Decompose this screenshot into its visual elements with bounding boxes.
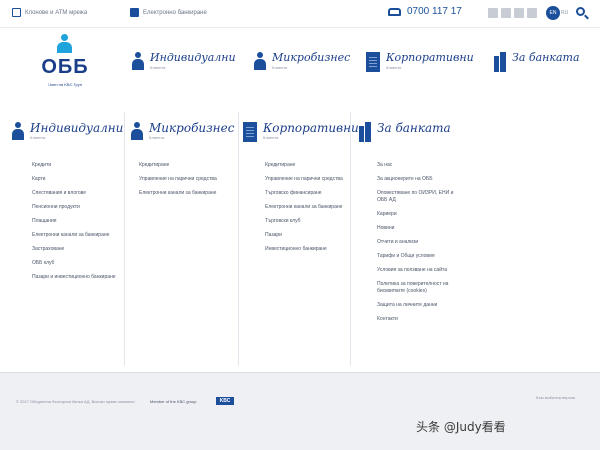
menu-link[interactable]: Отчети и анализи [377, 239, 463, 246]
menu-link[interactable]: Плащания [32, 218, 122, 225]
person-icon [132, 52, 144, 70]
menu-link[interactable]: Търговски клуб [265, 218, 347, 225]
col-micro: Микробизнес Клиенти Кредитиране Управлен… [124, 112, 238, 366]
col-corporate-title: Корпоративни [263, 121, 359, 135]
menu-link[interactable]: Контакти [377, 316, 463, 323]
menu-link[interactable]: Пенсионни продукти [32, 204, 122, 211]
col-about: За банката За нас За акционерите на ОББ … [350, 112, 466, 366]
watermark: 头条 @Judy看看 [416, 420, 506, 434]
menu-link[interactable]: Кредитиране [265, 162, 347, 169]
menu-link[interactable]: Кариери [377, 211, 463, 218]
office-icon [494, 52, 506, 72]
ebanking-label: Електронно банкиране [143, 9, 207, 16]
footer-member: Member of the KBC group [150, 399, 197, 404]
menu-link[interactable]: Карти [32, 176, 122, 183]
nav-individual-title: Индивидуални [150, 51, 236, 64]
footer-copyright: © 2017 Обединена българска банка АД. Вси… [16, 399, 135, 404]
map-pin-icon [12, 8, 21, 17]
office-icon [359, 122, 371, 142]
col-micro-header[interactable]: Микробизнес Клиенти [131, 122, 234, 140]
logo-figure-icon [56, 34, 72, 54]
nav-micro[interactable]: Микробизнес Клиенти [254, 52, 350, 70]
menu-link[interactable]: За нас [377, 162, 463, 169]
menu-link[interactable]: За акционерите на ОББ [377, 176, 463, 183]
linkedin-icon[interactable] [501, 8, 511, 18]
blog-icon[interactable] [488, 8, 498, 18]
search-icon[interactable] [576, 7, 585, 16]
nav-corporate-title: Корпоративни [386, 51, 474, 64]
person-icon [131, 122, 143, 140]
laptop-icon [130, 8, 139, 17]
menu-link[interactable]: Управление на парични средства [139, 176, 229, 183]
menu-link[interactable]: Защита на личните данни [377, 302, 463, 309]
menu-link[interactable]: Електронни канали за банкиране [139, 190, 229, 197]
col-micro-links: Кредитиране Управление на парични средст… [139, 162, 229, 204]
footer: © 2017 Обединена българска банка АД. Вси… [0, 372, 600, 450]
building-icon [366, 52, 380, 72]
phone-icon [388, 7, 401, 16]
nav-about-title: За банката [512, 51, 580, 64]
col-corporate: Корпоративни Клиенти Кредитиране Управле… [238, 112, 359, 366]
nav-corporate-sub: Клиенти [386, 65, 402, 70]
menu-link[interactable]: Пазари и инвестиционно банкиране [32, 274, 122, 281]
branch-locator-label: Клонове и ATM мрежа [25, 9, 88, 16]
menu-link[interactable]: Кредити [32, 162, 122, 169]
nav-micro-sub: Клиенти [272, 65, 288, 70]
logo-tagline: Член на KBC Груп [48, 82, 82, 87]
phone-number[interactable]: 0700 117 17 [388, 6, 462, 17]
mobile-version-link[interactable]: Към мобилна версия [536, 395, 575, 400]
col-about-title: За банката [377, 121, 451, 135]
col-about-links: За нас За акционерите на ОББ Оповестяван… [377, 162, 463, 330]
col-corporate-sub: Клиенти [263, 135, 279, 140]
col-individual-header[interactable]: Индивидуални Клиенти [12, 122, 123, 140]
bank-logo[interactable]: ОББ Член на KBC Груп [30, 34, 100, 96]
menu-link[interactable]: Оповестяване по ОИЗРИ, ЕНИ и ОББ АД [377, 190, 463, 204]
facebook-icon[interactable] [527, 8, 537, 18]
nav-individual[interactable]: Индивидуални Клиенти [132, 52, 236, 70]
col-micro-title: Микробизнес [149, 121, 235, 135]
col-corporate-links: Кредитиране Управление на парични средст… [265, 162, 347, 260]
menu-link[interactable]: Електронни канали за банкиране [265, 204, 347, 211]
person-icon [12, 122, 24, 140]
col-individual-title: Индивидуални [30, 121, 124, 135]
social-links [488, 8, 537, 18]
col-individual-links: Кредити Карти Спестявания и влогове Пенс… [32, 162, 122, 288]
menu-link[interactable]: Спестявания и влогове [32, 190, 122, 197]
logo-text: ОББ [41, 56, 89, 78]
lang-switch[interactable]: RU [561, 10, 568, 16]
col-about-header[interactable]: За банката [359, 122, 451, 142]
col-corporate-header[interactable]: Корпоративни Клиенти [243, 122, 359, 142]
col-individual: Индивидуални Клиенти Кредити Карти Спест… [12, 112, 124, 366]
col-micro-sub: Клиенти [149, 135, 165, 140]
menu-link[interactable]: Управление на парични средства [265, 176, 347, 183]
nav-individual-sub: Клиенти [150, 65, 166, 70]
kbc-logo[interactable]: KBC [216, 397, 234, 405]
youtube-icon[interactable] [514, 8, 524, 18]
lang-active[interactable]: EN [546, 6, 560, 20]
branch-locator-link[interactable]: Клонове и ATM мрежа [12, 8, 87, 17]
nav-micro-title: Микробизнес [272, 51, 351, 64]
menu-link[interactable]: ОББ клуб [32, 260, 122, 267]
building-icon [243, 122, 257, 142]
person-icon [254, 52, 266, 70]
menu-link[interactable]: Условия за ползване на сайта [377, 267, 463, 274]
menu-link[interactable]: Новини [377, 225, 463, 232]
mega-menu: Индивидуални Клиенти Кредити Карти Спест… [0, 112, 600, 370]
menu-link[interactable]: Тарифи и Общи условия [377, 253, 463, 260]
menu-link[interactable]: Електронни канали за банкиране [32, 232, 122, 239]
menu-link[interactable]: Кредитиране [139, 162, 229, 169]
nav-corporate[interactable]: Корпоративни Клиенти [366, 52, 474, 72]
phone-text: 0700 117 17 [407, 6, 462, 17]
menu-link[interactable]: Инвестиционно банкиране [265, 246, 347, 253]
menu-link[interactable]: Пазари [265, 232, 347, 239]
menu-link[interactable]: Търговско финансиране [265, 190, 347, 197]
menu-link[interactable]: Застраховане [32, 246, 122, 253]
ebanking-link[interactable]: Електронно банкиране [130, 8, 207, 17]
menu-link[interactable]: Политика за поверителност на бисквитките… [377, 281, 463, 295]
nav-about[interactable]: За банката [494, 52, 580, 72]
col-individual-sub: Клиенти [30, 135, 46, 140]
top-bar: Клонове и ATM мрежа Електронно банкиране… [0, 0, 600, 28]
